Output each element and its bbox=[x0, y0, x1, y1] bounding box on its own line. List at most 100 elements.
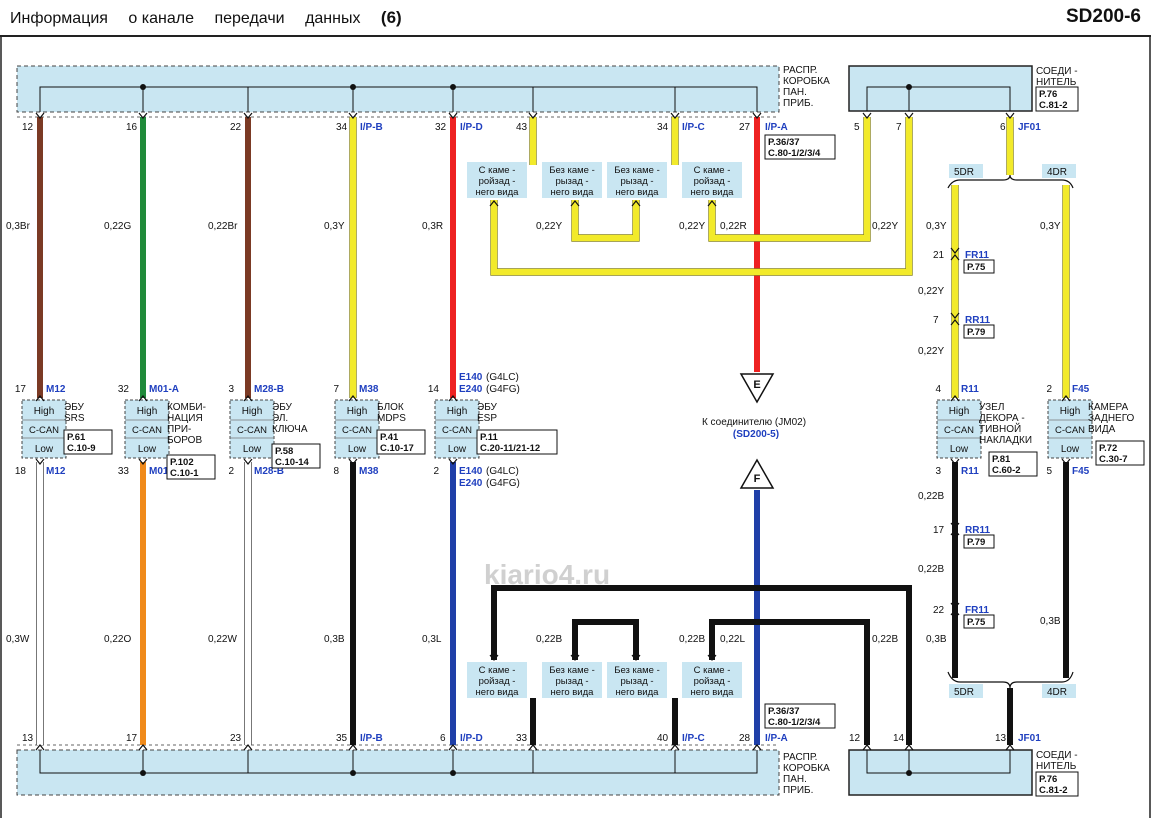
top-tag-2: I/P-D bbox=[460, 122, 483, 133]
module-2-name-line-3: ПРИ- bbox=[167, 424, 191, 435]
module-5-tag-top2-sub: (G4FG) bbox=[486, 384, 520, 395]
module-3-can-label: C-CAN bbox=[237, 425, 267, 436]
bottom-option-with-1-line-1: С каме - bbox=[479, 665, 516, 676]
bottom-wire-size-11: 0,22B bbox=[918, 564, 944, 575]
module-3-pin-top: 3 bbox=[228, 384, 234, 395]
wire-bottom-bypass-u bbox=[572, 619, 639, 660]
module-7-tag-top: F45 bbox=[1072, 384, 1090, 395]
module-2-ref-line-2: C.10-1 bbox=[170, 468, 199, 479]
bottom-4dr-label: 4DR bbox=[1047, 687, 1067, 698]
top-5dr-label: 5DR bbox=[954, 167, 974, 178]
bottom-option-with-1-line-3: него вида bbox=[476, 687, 520, 698]
module-1-high-label: High bbox=[34, 406, 55, 417]
top-conn-pin-2: 7 bbox=[896, 122, 902, 133]
top-junction-box bbox=[16, 65, 780, 113]
module-4-ref-line-2: C.10-17 bbox=[380, 443, 414, 454]
bottom-pin-8: 28 bbox=[739, 733, 751, 744]
bottom-wire-size-5: 0,3L bbox=[422, 634, 442, 645]
bottom-conn-pin-2: 14 bbox=[893, 733, 905, 744]
top-conn-label-line-2: НИТЕЛЬ bbox=[1036, 77, 1077, 88]
top-option-with-2-line-1: С каме - bbox=[694, 165, 731, 176]
module-1-tag-top: M12 bbox=[46, 384, 66, 395]
module-4-pin-bot: 8 bbox=[333, 466, 339, 477]
module-2-high-label: High bbox=[137, 406, 158, 417]
module-7-pin-bot: 5 bbox=[1046, 466, 1052, 477]
top-tag-3: I/P-C bbox=[682, 122, 705, 133]
module-6-low-label: Low bbox=[950, 444, 969, 455]
module-6-can-label: C-CAN bbox=[944, 425, 974, 436]
top-wire-size-10: 0,3Y bbox=[926, 221, 947, 232]
module-2-can-label: C-CAN bbox=[132, 425, 162, 436]
module-3-ref-line-2: C.10-14 bbox=[275, 457, 310, 468]
module-4-tag-bot: M38 bbox=[359, 466, 379, 477]
module-7-high-label: High bbox=[1060, 406, 1081, 417]
module-2-pin-bot: 33 bbox=[118, 466, 130, 477]
inline-conn-tag-3: RR11 bbox=[965, 525, 990, 536]
module-2-name-line-2: НАЦИЯ bbox=[167, 413, 203, 424]
bottom-option-without-1-line-1: Без каме - bbox=[549, 665, 595, 676]
top-pin-3: 22 bbox=[230, 122, 242, 133]
module-6-tag-bot: R11 bbox=[961, 466, 979, 477]
bottom-wire-size-12: 0,3B bbox=[926, 634, 947, 645]
bottom-wire-size-8: 0,22L bbox=[720, 634, 745, 645]
bottom-wire-size-1: 0,3W bbox=[6, 634, 30, 645]
module-3-tag-top: M28-B bbox=[254, 384, 284, 395]
bottom-tag-2: I/P-D bbox=[460, 733, 483, 744]
module-4-can-label: C-CAN bbox=[342, 425, 372, 436]
bottom-pin-chevron-7 bbox=[670, 744, 680, 751]
module-7-tag-bot: F45 bbox=[1072, 466, 1090, 477]
top-pin-7: 34 bbox=[657, 122, 669, 133]
top-option-without-2-line-2: рызад - bbox=[620, 176, 653, 187]
module-7-ref-line-2: C.30-7 bbox=[1099, 454, 1128, 465]
top-pin-5: 32 bbox=[435, 122, 447, 133]
top-box-label-line-4: ПРИБ. bbox=[783, 98, 813, 109]
module-7-name-line-1: КАМЕРА bbox=[1088, 402, 1128, 413]
module-5-tag-bot2: E240 bbox=[459, 478, 483, 489]
bottom-conn-ref-line-1: P.76 bbox=[1039, 774, 1057, 785]
inline-conn-tag-4: FR11 bbox=[965, 605, 989, 616]
top-pin-4: 34 bbox=[336, 122, 348, 133]
bottom-box-ref-line-2: C.80-1/2/3/4 bbox=[768, 717, 821, 728]
module-3-name-line-1: ЭБУ bbox=[272, 402, 293, 413]
module-6-tag-top: R11 bbox=[961, 384, 979, 395]
module-4-low-label: Low bbox=[348, 444, 367, 455]
top-option-without-2-line-3: него вида bbox=[616, 187, 660, 198]
module-4-high-label: High bbox=[347, 406, 368, 417]
inline-conn-tag-2: RR11 bbox=[965, 315, 990, 326]
inline-conn-pin-1: 21 bbox=[933, 250, 945, 261]
watermark-text: kiario4.ru bbox=[484, 559, 610, 590]
offpage-note: К соединителю (JM02) bbox=[702, 417, 806, 428]
top-connector-box bbox=[848, 65, 1033, 112]
inline-conn-ref-3-line-1: P.79 bbox=[967, 537, 985, 548]
bottom-conn-label-line-2: НИТЕЛЬ bbox=[1036, 761, 1077, 772]
module-1-ref-line-1: P.61 bbox=[67, 432, 86, 443]
top-pin-2: 16 bbox=[126, 122, 138, 133]
module-3-high-label: High bbox=[242, 406, 263, 417]
bottom-conn-ref-line-2: C.81-2 bbox=[1039, 785, 1068, 796]
top-wire-size-5: 0,3R bbox=[422, 221, 443, 232]
module-4-ref-line-1: P.41 bbox=[380, 432, 399, 443]
top-wire-size-3: 0,22Br bbox=[208, 221, 238, 232]
inline-conn-pin-2: 7 bbox=[933, 315, 939, 326]
inline-conn-ref-1-line-1: P.75 bbox=[967, 262, 986, 273]
module-1-name-line-2: SRS bbox=[64, 413, 85, 424]
top-box-label-line-2: КОРОБКА bbox=[783, 76, 830, 87]
bottom-pin-2: 17 bbox=[126, 733, 138, 744]
top-conn-pin-1: 5 bbox=[854, 122, 860, 133]
module-5-tag-top2: E240 bbox=[459, 384, 483, 395]
wire-top-bypass-u bbox=[572, 200, 639, 241]
module-6-name-line-2: ДЕКОРА - bbox=[979, 413, 1025, 424]
bottom-pin-4: 35 bbox=[336, 733, 348, 744]
bottom-pin-7: 40 bbox=[657, 733, 669, 744]
module-3-name-line-2: ЭЛ. bbox=[272, 413, 288, 424]
bottom-option-with-2-line-2: ройзад - bbox=[694, 676, 731, 687]
module-5-name-line-1: ЭБУ bbox=[477, 402, 498, 413]
bottom-box-label-line-1: РАСПР. bbox=[783, 752, 817, 763]
module-7-ref-line-1: P.72 bbox=[1099, 443, 1117, 454]
bottom-wire-size-4: 0,3B bbox=[324, 634, 345, 645]
bottom-option-without-2-line-3: него вида bbox=[616, 687, 660, 698]
bottom-pin-1: 13 bbox=[22, 733, 34, 744]
top-wire-size-11: 0,3Y bbox=[1040, 221, 1061, 232]
wire-top-bypass-u-outline bbox=[571, 200, 640, 242]
module-6-name-line-4: НАКЛАДКИ bbox=[979, 435, 1032, 446]
